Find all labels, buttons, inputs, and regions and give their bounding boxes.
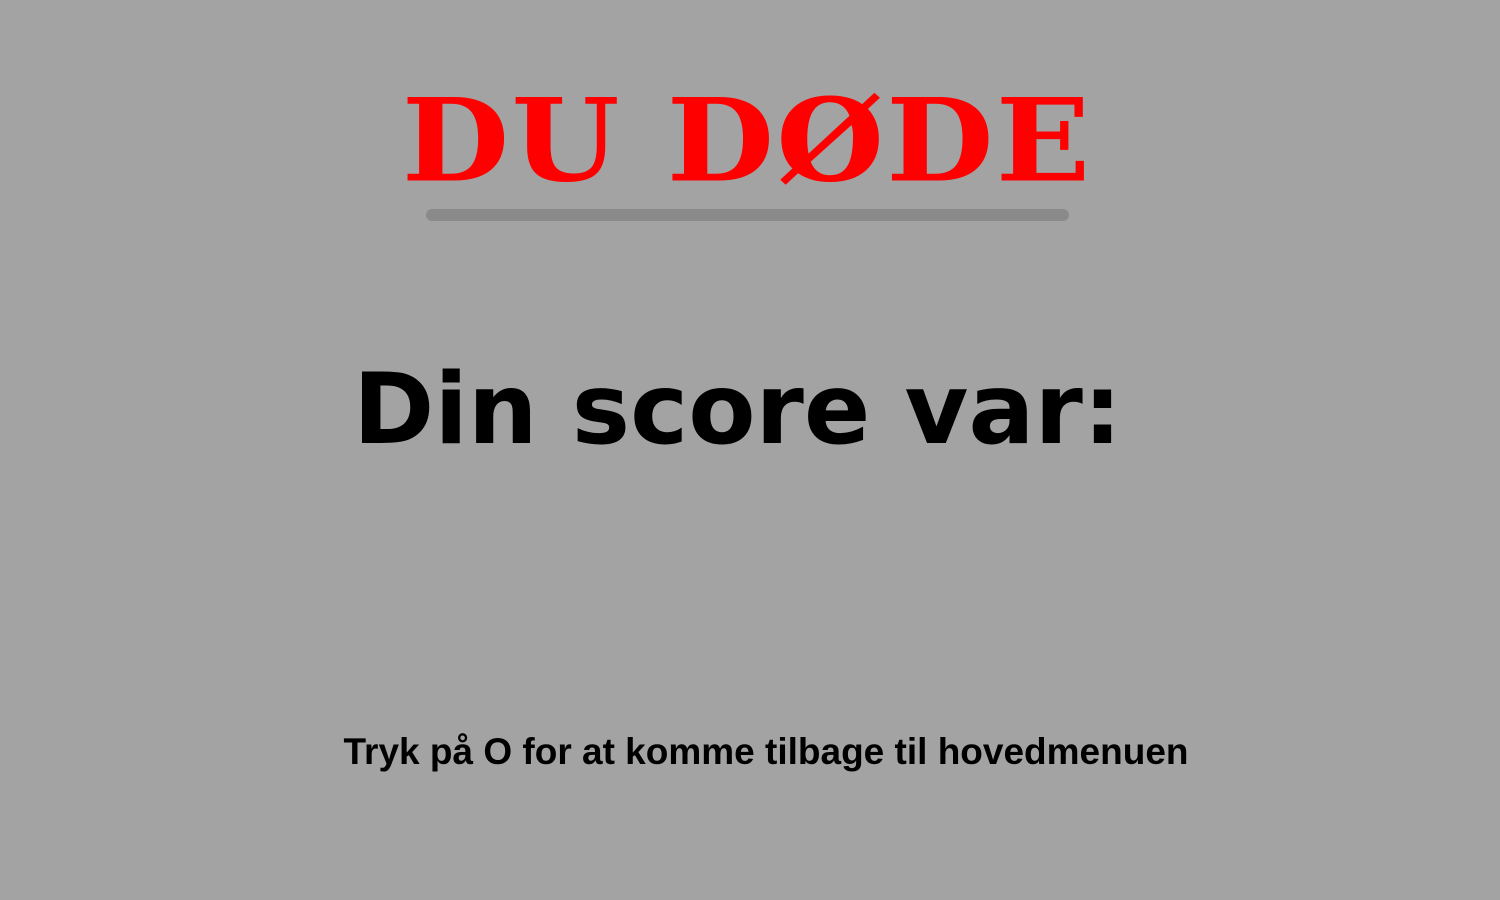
title-shadow-bar: [426, 209, 1069, 221]
game-over-screen: DU DØDE Din score var: Tryk på O for at …: [0, 0, 1500, 900]
score-label: Din score var:: [352, 353, 1123, 467]
game-over-title: DU DØDE: [401, 74, 1093, 209]
return-to-menu-hint: Tryk på O for at komme tilbage til hoved…: [343, 731, 1189, 772]
